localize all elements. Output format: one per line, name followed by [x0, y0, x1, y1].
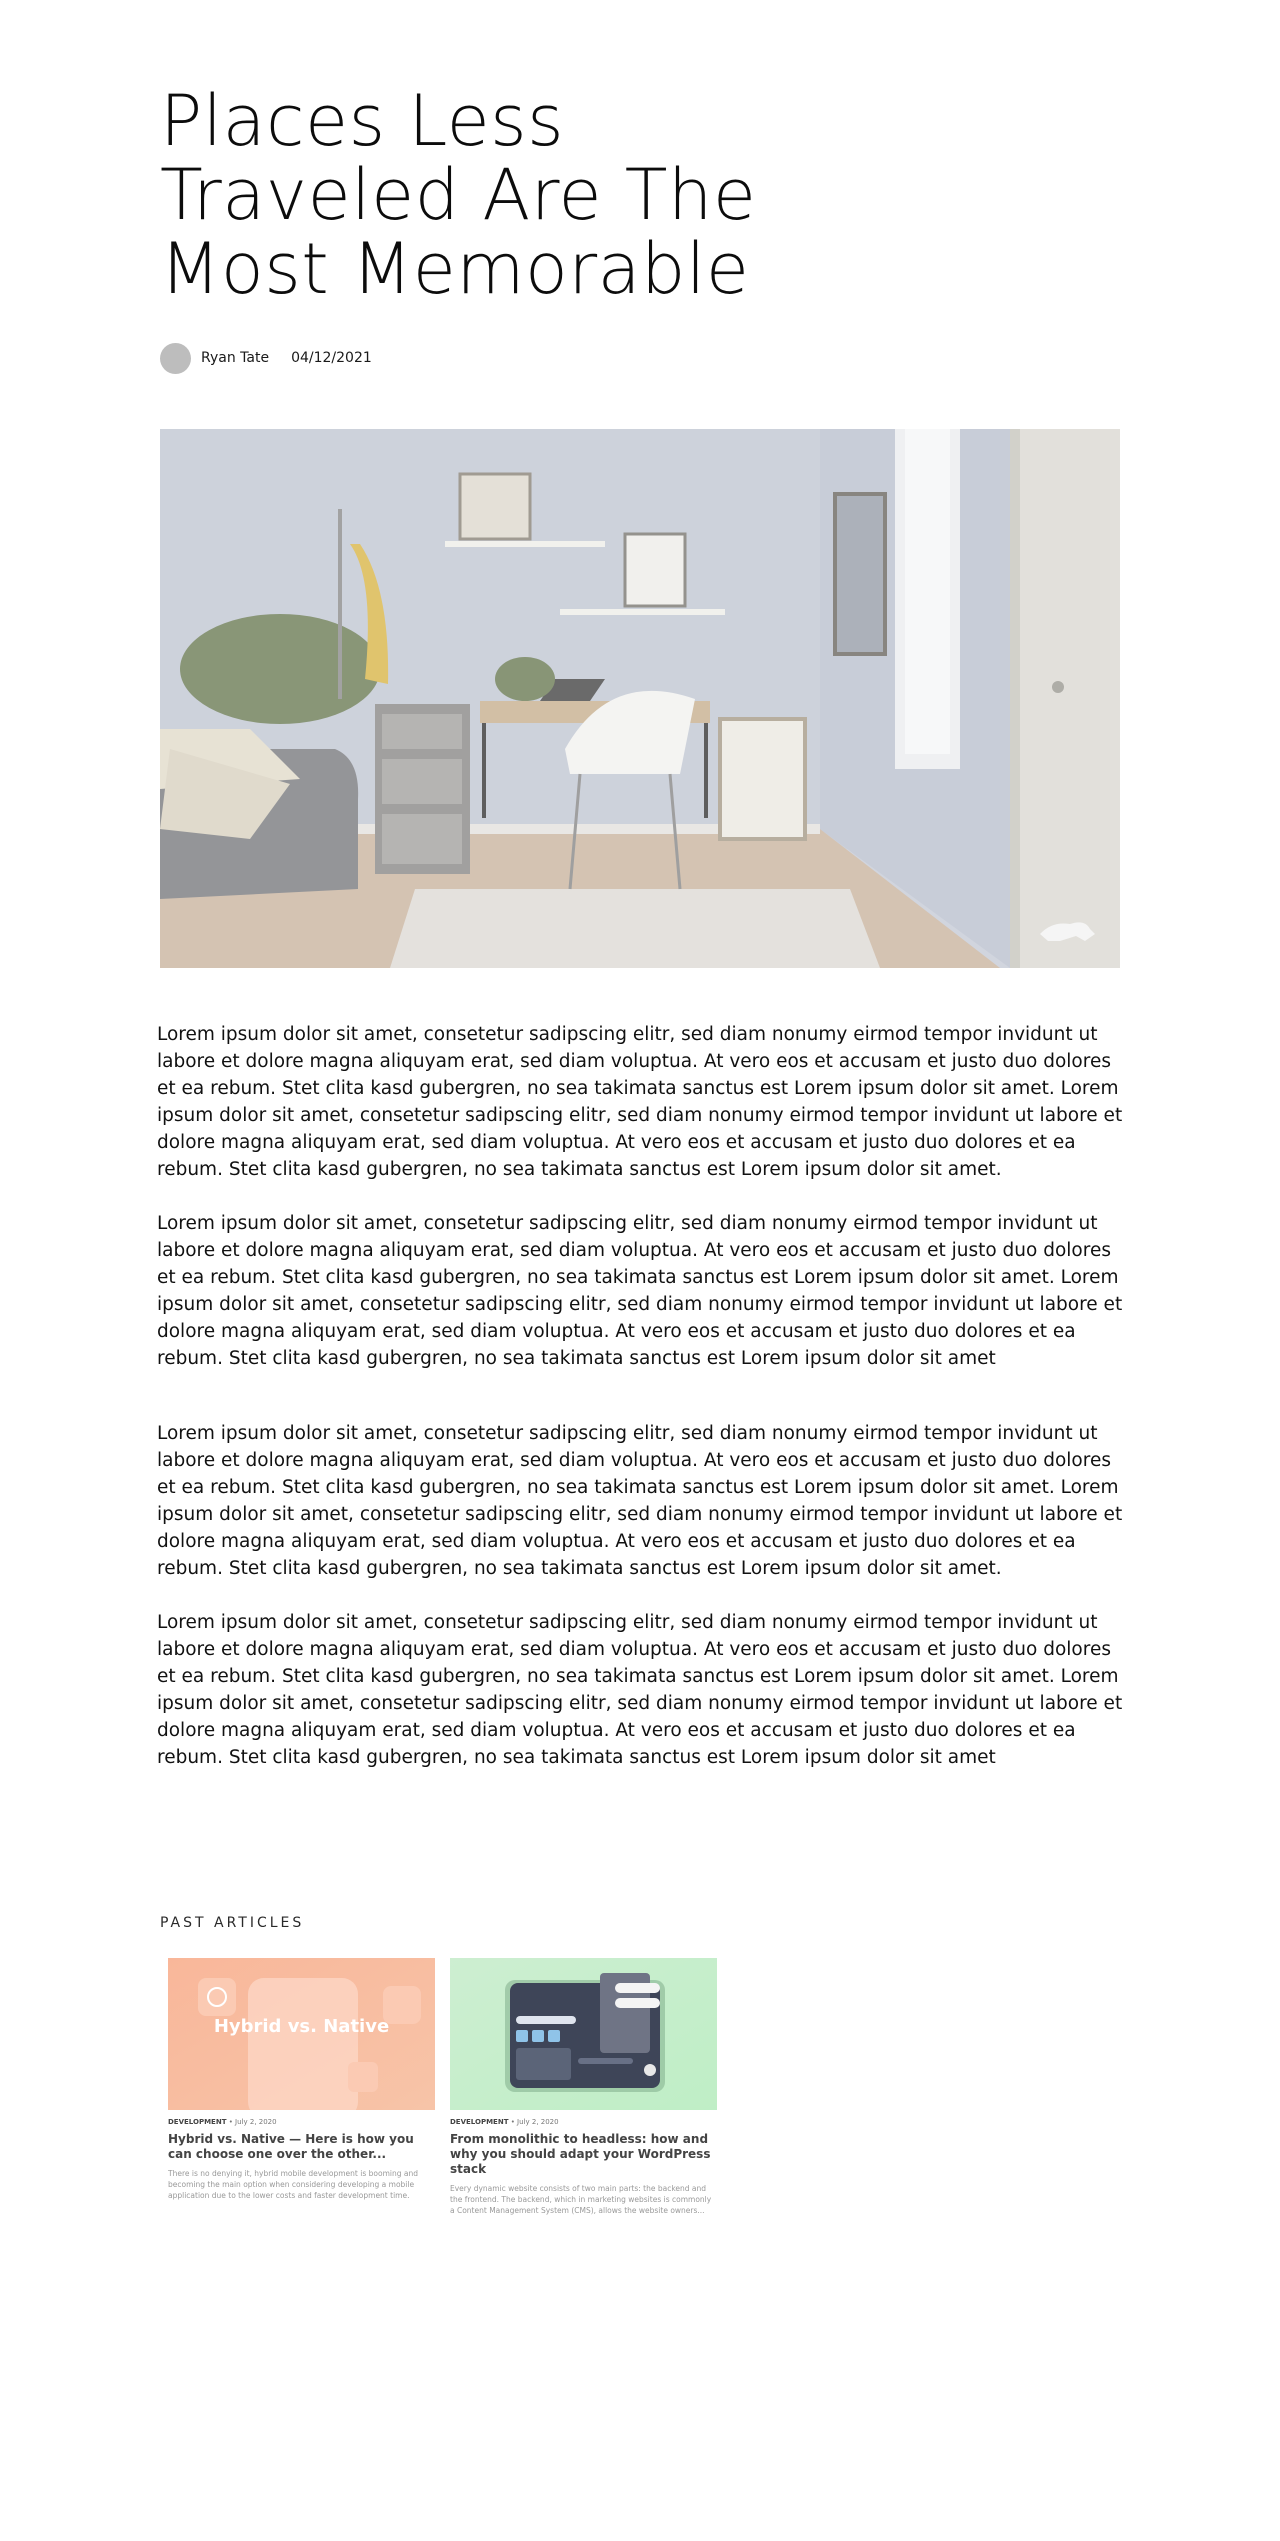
publish-date: 04/12/2021 [291, 350, 372, 366]
article-paragraph-1: Lorem ipsum dolor sit amet, consetetur s… [157, 1024, 1123, 1180]
past-article-card-headless[interactable]: DEVELOPMENT • July 2, 2020 From monolith… [450, 1958, 717, 2216]
card-thumbnail-caption: Hybrid vs. Native [213, 2016, 390, 2037]
card-excerpt: Every dynamic website consists of two ma… [450, 2184, 712, 2215]
article-paragraph-2: Lorem ipsum dolor sit amet, consetetur s… [157, 1213, 1123, 1369]
card-category: DEVELOPMENT [168, 2118, 227, 2126]
article-title: Places Less Traveled Are The Most Memora… [160, 80, 757, 310]
author-avatar [160, 342, 191, 374]
card-category: DEVELOPMENT [450, 2118, 509, 2126]
card-thumbnail[interactable]: Hybrid vs. Native [168, 1958, 435, 2110]
card-date: • July 2, 2020 [510, 2118, 559, 2126]
article-paragraph-3: Lorem ipsum dolor sit amet, consetetur s… [157, 1423, 1123, 1579]
article-paragraph-4: Lorem ipsum dolor sit amet, consetetur s… [157, 1612, 1123, 1768]
card-meta: DEVELOPMENT • July 2, 2020 [450, 2118, 717, 2126]
author-name: Ryan Tate [201, 350, 270, 366]
past-article-card-hybrid-native[interactable]: Hybrid vs. Native DEVELOPMENT • July 2, … [168, 1958, 435, 2201]
past-articles-heading: PAST ARTICLES [160, 1915, 305, 1931]
hero-image [160, 429, 1120, 968]
card-thumbnail[interactable] [450, 1958, 717, 2110]
card-title[interactable]: Hybrid vs. Native — Here is how you can … [168, 2132, 435, 2162]
card-title[interactable]: From monolithic to headless: how and why… [450, 2132, 717, 2177]
card-date: • July 2, 2020 [228, 2118, 277, 2126]
card-excerpt: There is no denying it, hybrid mobile de… [168, 2169, 418, 2200]
card-meta: DEVELOPMENT • July 2, 2020 [168, 2118, 435, 2126]
article-meta: Ryan Tate 04/12/2021 [160, 342, 372, 374]
